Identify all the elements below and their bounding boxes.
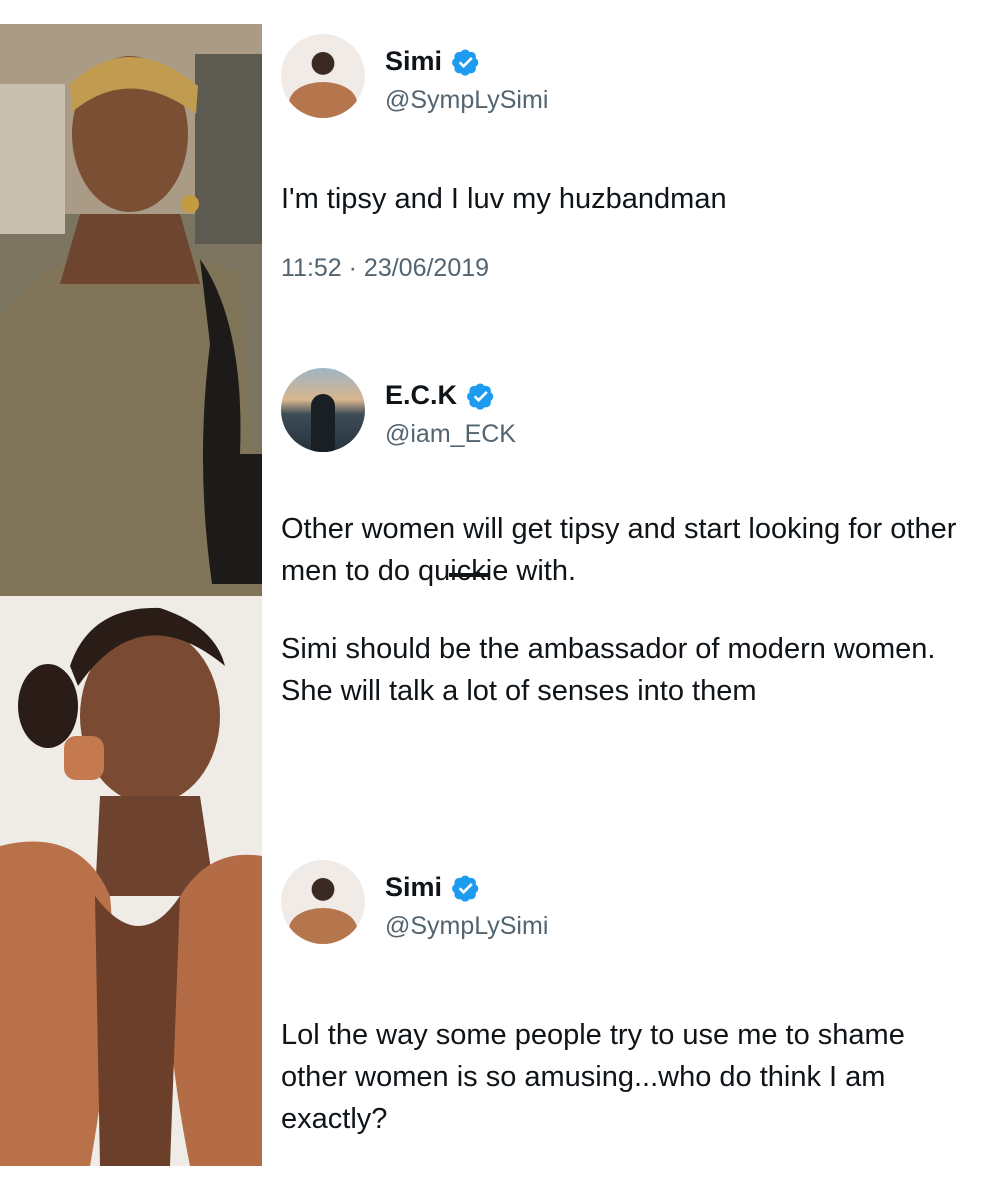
tweet-text: Lol the way some people try to use me to… [281,1019,905,1135]
verified-badge-icon [452,875,479,902]
name-row: Simi [385,46,480,77]
tweet-text-paragraph-2: Simi should be the ambassador of modern … [281,633,936,707]
display-name[interactable]: E.C.K [385,380,457,411]
tweet-text: I'm tipsy and I luv my huzbandman [281,183,727,215]
verified-badge-icon [467,383,494,410]
tweet-text-paragraph-1: Other women will get tipsy and start loo… [281,508,971,592]
handle[interactable]: @iam_ECK [385,420,516,449]
tweet-header: E.C.K @iam_ECK [281,368,971,464]
tweet-1[interactable]: Simi @SympLySimi I'm tipsy and I luv my … [281,34,971,283]
photo-simi-fur-coat [0,596,262,1166]
tweet-header: Simi @SympLySimi [281,860,971,956]
text-segment: ie with. [485,555,577,587]
struck-text: ick [450,555,486,587]
tweet-2[interactable]: E.C.K @iam_ECK Other women will get tips… [281,368,971,712]
photo-simi-olive-dress [0,24,262,596]
tweet-header: Simi @SympLySimi [281,34,971,130]
handle[interactable]: @SympLySimi [385,912,548,941]
name-row: E.C.K [385,380,495,411]
tweet-timestamp[interactable]: 11:52 · 23/06/2019 [281,254,971,283]
tweet-3[interactable]: Simi @SympLySimi Lol the way some people… [281,860,971,1140]
avatar-simi[interactable] [281,34,365,118]
verified-badge-icon [452,49,479,76]
avatar-simi[interactable] [281,860,365,944]
handle[interactable]: @SympLySimi [385,86,548,115]
display-name[interactable]: Simi [385,46,442,77]
avatar-eck[interactable] [281,368,365,452]
name-row: Simi [385,872,480,903]
display-name[interactable]: Simi [385,872,442,903]
text-segment: Other women will get tipsy and start loo… [281,513,957,587]
